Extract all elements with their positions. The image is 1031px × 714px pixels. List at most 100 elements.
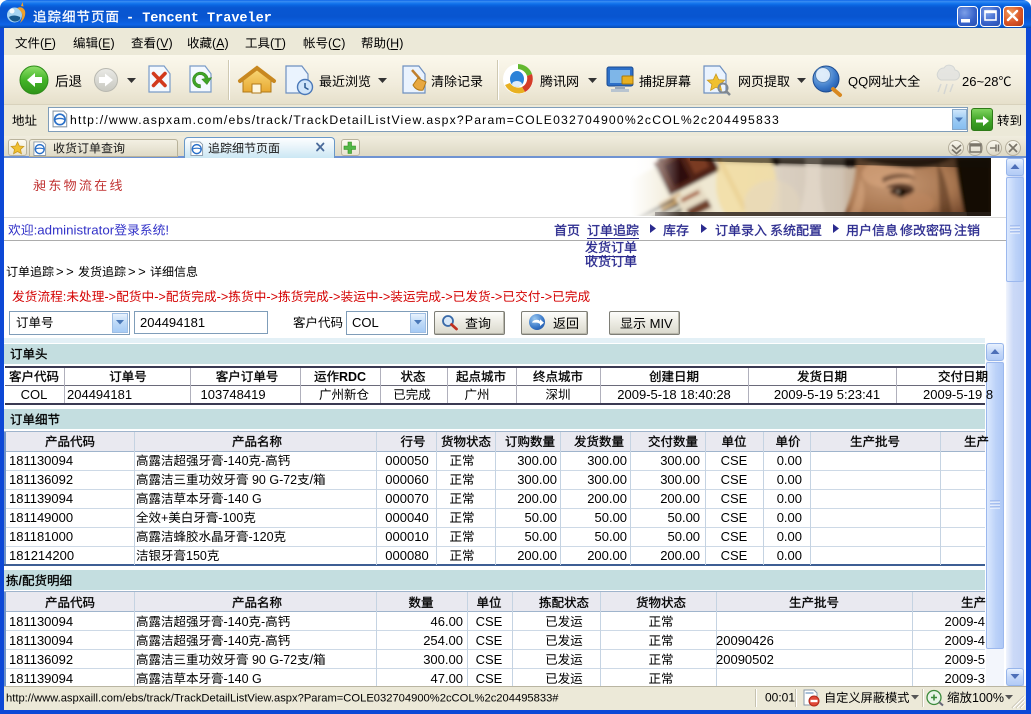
- svg-text:181139094: 181139094: [9, 671, 73, 686]
- svg-text:COL: COL: [21, 387, 48, 402]
- svg-text:300.00: 300.00: [517, 453, 557, 468]
- svg-text:/: /: [310, 473, 314, 487]
- svg-text:300.00: 300.00: [587, 453, 627, 468]
- svg-text:http://www.aspxaill.com/ebs/tr: http://www.aspxaill.com/ebs/track/TrackD…: [6, 693, 559, 705]
- svg-text:->: ->: [104, 290, 116, 304]
- svg-text:181181000: 181181000: [9, 529, 73, 544]
- svg-text:>>: >>: [56, 264, 76, 279]
- svg-text:000050: 000050: [385, 453, 428, 468]
- svg-text:50.00: 50.00: [668, 510, 701, 525]
- svg-text:181214200: 181214200: [9, 548, 74, 563]
- svg-text:300.00: 300.00: [423, 652, 463, 667]
- svg-text:-140: -140: [224, 634, 249, 648]
- svg-text:300.00: 300.00: [587, 472, 627, 487]
- svg-text:300.00: 300.00: [660, 472, 700, 487]
- svg-text:COL: COL: [352, 315, 379, 330]
- svg-text:/: /: [19, 574, 23, 588]
- svg-text:26~28: 26~28: [962, 74, 999, 89]
- svg-text:50.00: 50.00: [525, 529, 558, 544]
- svg-text:2009-5-19 5:23:41: 2009-5-19 5:23:41: [774, 387, 880, 402]
- svg-text:000060: 000060: [385, 472, 428, 487]
- svg-text:00:01: 00:01: [765, 691, 795, 705]
- svg-text:->: ->: [441, 290, 453, 304]
- svg-text:+: +: [161, 511, 168, 525]
- svg-text:204494181: 204494181: [67, 387, 132, 402]
- svg-text:2009-4: 2009-4: [945, 633, 985, 648]
- svg-text:-120: -120: [249, 530, 274, 544]
- svg-text:0.00: 0.00: [777, 453, 802, 468]
- svg-text:CSE: CSE: [721, 510, 748, 525]
- svg-text:-100: -100: [218, 511, 243, 525]
- svg-text:300.00: 300.00: [660, 453, 700, 468]
- svg-text:204494181: 204494181: [140, 315, 205, 330]
- svg-text:20090426: 20090426: [716, 633, 774, 648]
- svg-text:(E): (E): [98, 37, 115, 51]
- svg-text:/: /: [310, 653, 314, 667]
- svg-text:100%: 100%: [972, 691, 1004, 705]
- svg-text:RDC: RDC: [339, 370, 366, 384]
- svg-text:CSE: CSE: [721, 548, 748, 563]
- svg-text:(F): (F): [40, 37, 56, 51]
- svg-text:103748419: 103748419: [201, 387, 266, 402]
- svg-text:90 G-72: 90 G-72: [249, 473, 298, 487]
- svg-text:(C): (C): [328, 37, 345, 51]
- svg-text:181149000: 181149000: [9, 510, 73, 525]
- svg-text:200.00: 200.00: [660, 491, 700, 506]
- svg-text:2009-3: 2009-3: [945, 671, 985, 686]
- svg-text:50.00: 50.00: [595, 510, 628, 525]
- svg-text:-140 G: -140 G: [224, 492, 262, 506]
- svg-text:000080: 000080: [385, 548, 428, 563]
- svg-text:2009-5-19 8: 2009-5-19 8: [923, 387, 993, 402]
- svg-text:0.00: 0.00: [777, 510, 802, 525]
- svg-text:000070: 000070: [385, 491, 428, 506]
- svg-text:0.00: 0.00: [777, 472, 802, 487]
- svg-text:->: ->: [154, 290, 166, 304]
- svg-text:->: ->: [266, 290, 278, 304]
- svg-text:46.00: 46.00: [431, 614, 464, 629]
- svg-text:- Tencent Traveler: - Tencent Traveler: [126, 12, 272, 27]
- svg-text:200.00: 200.00: [517, 548, 557, 563]
- svg-text:2009-5-18 18:40:28: 2009-5-18 18:40:28: [617, 387, 730, 402]
- svg-text:181130094: 181130094: [9, 453, 73, 468]
- svg-text:->: ->: [491, 290, 503, 304]
- svg-text:(T): (T): [270, 37, 286, 51]
- svg-text:200.00: 200.00: [587, 548, 627, 563]
- svg-text:0.00: 0.00: [777, 548, 802, 563]
- svg-text:-: -: [261, 615, 265, 629]
- svg-text:MIV: MIV: [646, 316, 673, 331]
- svg-text:47.00: 47.00: [431, 671, 464, 686]
- svg-text:181136092: 181136092: [9, 472, 73, 487]
- svg-text::: :: [63, 290, 67, 304]
- svg-text:000010: 000010: [385, 529, 428, 544]
- svg-text:CSE: CSE: [476, 614, 503, 629]
- svg-text:50.00: 50.00: [668, 529, 701, 544]
- svg-text:0.00: 0.00: [777, 491, 802, 506]
- svg-text:150: 150: [186, 549, 207, 563]
- svg-text:90 G-72: 90 G-72: [249, 653, 298, 667]
- svg-text:CSE: CSE: [476, 652, 503, 667]
- svg-text:CSE: CSE: [721, 453, 748, 468]
- svg-text:QQ: QQ: [848, 74, 868, 89]
- svg-text:CSE: CSE: [476, 633, 503, 648]
- svg-text:(A): (A): [212, 37, 229, 51]
- svg-text:254.00: 254.00: [423, 633, 463, 648]
- svg-text::administrator: :administrator: [34, 223, 115, 238]
- svg-text:2009-4: 2009-4: [945, 614, 985, 629]
- svg-text:181130094: 181130094: [9, 633, 73, 648]
- svg-text:0.00: 0.00: [777, 529, 802, 544]
- svg-text:CSE: CSE: [721, 491, 748, 506]
- svg-text:-: -: [261, 634, 265, 648]
- svg-text:->: ->: [379, 290, 391, 304]
- svg-text:200.00: 200.00: [517, 491, 557, 506]
- svg-text:!: !: [165, 223, 169, 238]
- svg-text:(V): (V): [156, 37, 173, 51]
- svg-text:181139094: 181139094: [9, 491, 73, 506]
- svg-text:300.00: 300.00: [517, 472, 557, 487]
- svg-text:->: ->: [541, 290, 553, 304]
- svg-text:50.00: 50.00: [525, 510, 558, 525]
- svg-text:-140: -140: [224, 454, 249, 468]
- svg-text:50.00: 50.00: [595, 529, 628, 544]
- svg-text:http://www.aspxam.com/ebs/trac: http://www.aspxam.com/ebs/track/TrackDet…: [70, 113, 780, 127]
- svg-text:->: ->: [329, 290, 341, 304]
- svg-text:200.00: 200.00: [660, 548, 700, 563]
